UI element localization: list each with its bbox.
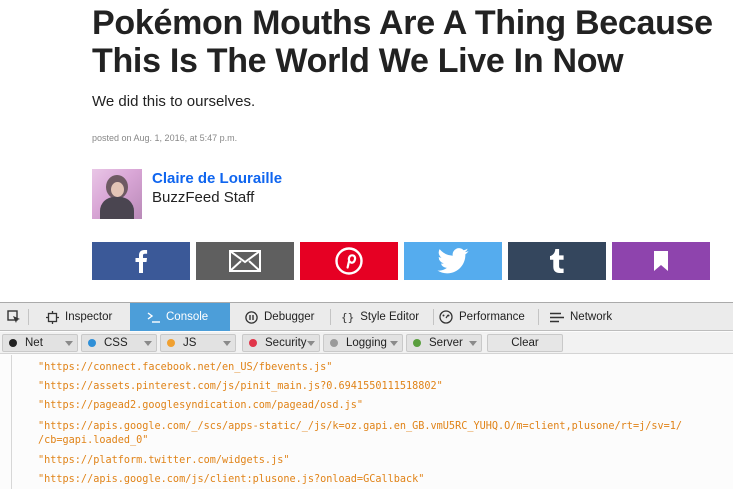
tab-inspector-label: Inspector — [65, 311, 113, 323]
filter-js-button[interactable]: JS — [160, 334, 236, 352]
css-dot-icon — [88, 339, 96, 347]
console-filter-bar: Net CSS JS Security Logging Server Clear — [0, 332, 733, 354]
chevron-down-icon[interactable] — [469, 341, 477, 346]
tab-performance-label: Performance — [459, 311, 525, 323]
pinterest-icon — [335, 247, 363, 275]
facebook-icon — [134, 249, 148, 273]
tab-network[interactable]: Network — [540, 303, 630, 331]
console-log-line[interactable]: "https://apis.google.com/js/client:pluso… — [38, 473, 424, 486]
share-email-button[interactable] — [196, 242, 294, 280]
share-pinterest-button[interactable] — [300, 242, 398, 280]
chevron-down-icon[interactable] — [65, 341, 73, 346]
filter-css-button[interactable]: CSS — [81, 334, 157, 352]
tab-console[interactable]: Console — [130, 303, 230, 331]
console-log-line[interactable]: "https://platform.twitter.com/widgets.js… — [38, 454, 289, 467]
logging-dot-icon — [330, 339, 338, 347]
net-dot-icon — [9, 339, 17, 347]
tab-inspector[interactable]: Inspector — [34, 303, 126, 331]
tab-debugger-label: Debugger — [264, 311, 315, 323]
chevron-down-icon[interactable] — [223, 341, 231, 346]
chevron-down-icon[interactable] — [390, 341, 398, 346]
element-picker-icon — [7, 310, 21, 324]
console-log-line[interactable]: "https://pagead2.googlesyndication.com/p… — [38, 399, 363, 412]
devtools-toolbar: Inspector Console Debugger {} Style Edit… — [0, 303, 733, 331]
console-log-line-continuation[interactable]: /cb=gapi.loaded_0" — [38, 434, 148, 447]
server-dot-icon — [413, 339, 421, 347]
tab-console-label: Console — [166, 311, 209, 323]
filter-server-button[interactable]: Server — [406, 334, 482, 352]
email-icon — [229, 250, 261, 272]
filter-net-button[interactable]: Net — [2, 334, 78, 352]
tab-performance[interactable]: Performance — [434, 303, 538, 331]
console-output[interactable]: "https://connect.facebook.net/en_US/fbev… — [0, 355, 733, 489]
filter-js-label: JS — [183, 337, 197, 349]
console-log-line[interactable]: "https://assets.pinterest.com/js/pinit_m… — [38, 380, 443, 393]
twitter-icon — [437, 248, 469, 274]
element-picker-button[interactable] — [0, 303, 28, 331]
security-dot-icon — [249, 339, 257, 347]
tab-network-label: Network — [570, 311, 613, 323]
console-gutter — [11, 355, 12, 489]
filter-logging-label: Logging — [346, 337, 387, 349]
share-tumblr-button[interactable] — [508, 242, 606, 280]
tab-style-editor[interactable]: {} Style Editor — [333, 303, 433, 331]
share-bookmark-button[interactable] — [612, 242, 710, 280]
filter-security-label: Security — [265, 337, 307, 349]
author-name-link[interactable]: Claire de Louraille — [152, 170, 282, 187]
chevron-down-icon[interactable] — [144, 341, 152, 346]
clear-console-button[interactable]: Clear — [487, 334, 563, 352]
filter-net-label: Net — [25, 337, 43, 349]
filter-css-label: CSS — [104, 337, 128, 349]
filter-security-button[interactable]: Security — [242, 334, 320, 352]
js-dot-icon — [167, 339, 175, 347]
console-log-line[interactable]: "https://connect.facebook.net/en_US/fbev… — [38, 361, 332, 374]
tumblr-icon — [549, 249, 565, 273]
filter-server-label: Server — [429, 337, 463, 349]
tab-debugger[interactable]: Debugger — [236, 303, 328, 331]
filter-logging-button[interactable]: Logging — [323, 334, 403, 352]
inspector-icon — [46, 310, 59, 324]
chevron-down-icon[interactable] — [307, 341, 315, 346]
article-dek: We did this to ourselves. — [92, 93, 256, 110]
article: Pokémon Mouths Are A Thing Because This … — [0, 0, 733, 302]
network-icon — [550, 312, 564, 323]
share-twitter-button[interactable] — [404, 242, 502, 280]
console-log-line[interactable]: "https://apis.google.com/_/scs/apps-stat… — [38, 420, 682, 433]
tab-style-editor-label: Style Editor — [360, 311, 420, 323]
performance-icon — [439, 310, 453, 324]
article-headline: Pokémon Mouths Are A Thing Because This … — [92, 4, 713, 80]
author-avatar[interactable] — [92, 169, 142, 219]
author-role: BuzzFeed Staff — [152, 189, 255, 206]
style-editor-icon: {} — [341, 310, 355, 324]
debugger-icon — [245, 310, 258, 324]
bookmark-icon — [653, 250, 669, 272]
console-icon — [147, 311, 160, 323]
share-facebook-button[interactable] — [92, 242, 190, 280]
posted-date: posted on Aug. 1, 2016, at 5:47 p.m. — [92, 133, 238, 143]
devtools-panel: Inspector Console Debugger {} Style Edit… — [0, 302, 733, 489]
